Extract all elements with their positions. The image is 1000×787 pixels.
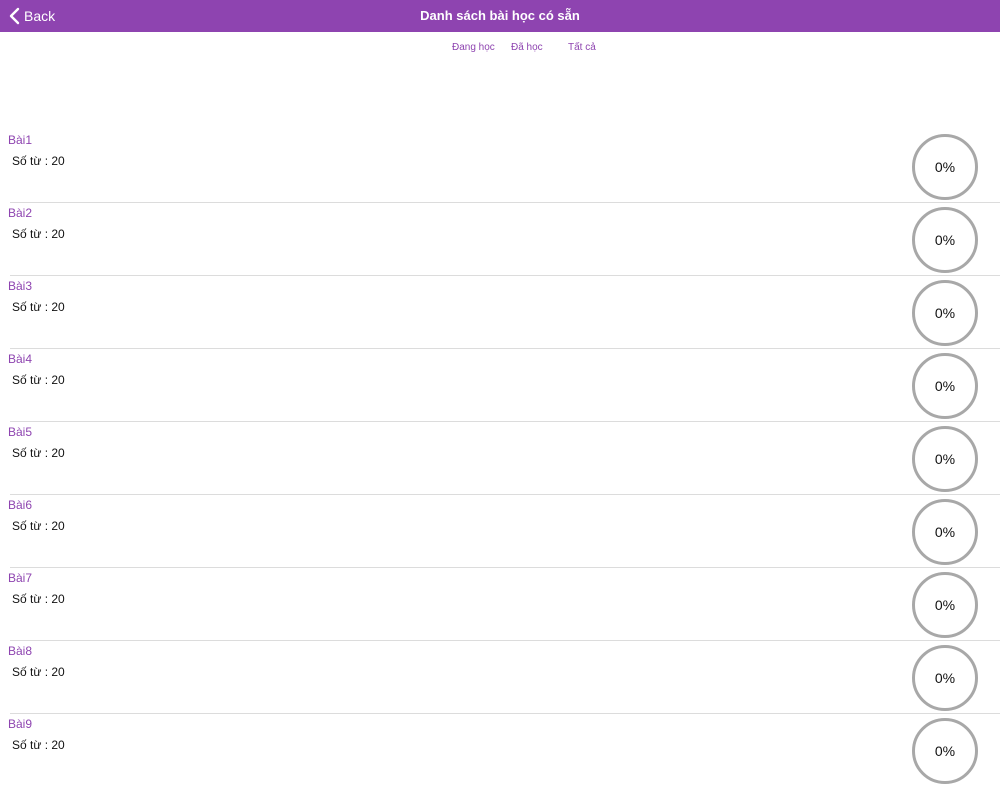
lesson-title: Bài3 <box>8 279 33 293</box>
lesson-word-count: Số từ : 20 <box>12 665 65 679</box>
tab-in-progress[interactable]: Đang học <box>452 42 495 53</box>
lesson-row-9[interactable]: Bài9 Số từ : 20 0% <box>0 714 1000 787</box>
lesson-title: Bài5 <box>8 425 33 439</box>
progress-percent: 0% <box>934 451 956 467</box>
progress-ring: 0% <box>912 207 978 273</box>
filter-tabs: Đang học Đã học Tất cả <box>0 42 1000 58</box>
lesson-list: Bài1 Số từ : 20 0% Bài2 Số từ : 20 0% Bà… <box>0 130 1000 787</box>
navigation-bar: Back Danh sách bài học có sẵn <box>0 0 1000 32</box>
lesson-title: Bài8 <box>8 644 33 658</box>
progress-percent: 0% <box>934 305 956 321</box>
tab-completed[interactable]: Đã học <box>511 42 543 53</box>
progress-ring: 0% <box>912 718 978 784</box>
progress-percent: 0% <box>934 232 956 248</box>
progress-ring: 0% <box>912 572 978 638</box>
lesson-word-count: Số từ : 20 <box>12 154 65 168</box>
back-label: Back <box>24 8 56 24</box>
lesson-row-7[interactable]: Bài7 Số từ : 20 0% <box>0 568 1000 641</box>
page-title: Danh sách bài học có sẵn <box>420 8 580 23</box>
lesson-word-count: Số từ : 20 <box>12 373 65 387</box>
progress-ring: 0% <box>912 134 978 200</box>
progress-ring: 0% <box>912 280 978 346</box>
progress-percent: 0% <box>934 159 956 175</box>
tab-all[interactable]: Tất cả <box>568 42 596 53</box>
lesson-row-5[interactable]: Bài5 Số từ : 20 0% <box>0 422 1000 495</box>
lesson-title: Bài7 <box>8 571 33 585</box>
lesson-row-8[interactable]: Bài8 Số từ : 20 0% <box>0 641 1000 714</box>
chevron-left-icon <box>8 7 20 25</box>
progress-ring: 0% <box>912 645 978 711</box>
progress-ring: 0% <box>912 499 978 565</box>
lesson-row-3[interactable]: Bài3 Số từ : 20 0% <box>0 276 1000 349</box>
lesson-word-count: Số từ : 20 <box>12 592 65 606</box>
progress-percent: 0% <box>934 378 956 394</box>
lesson-word-count: Số từ : 20 <box>12 300 65 314</box>
lesson-word-count: Số từ : 20 <box>12 519 65 533</box>
lesson-row-4[interactable]: Bài4 Số từ : 20 0% <box>0 349 1000 422</box>
back-button[interactable]: Back <box>8 0 55 32</box>
lesson-word-count: Số từ : 20 <box>12 446 65 460</box>
progress-percent: 0% <box>934 743 956 759</box>
progress-percent: 0% <box>934 597 956 613</box>
progress-ring: 0% <box>912 426 978 492</box>
progress-ring: 0% <box>912 353 978 419</box>
progress-percent: 0% <box>934 670 956 686</box>
lesson-word-count: Số từ : 20 <box>12 227 65 241</box>
lesson-title: Bài2 <box>8 206 33 220</box>
lesson-title: Bài4 <box>8 352 33 366</box>
lesson-row-2[interactable]: Bài2 Số từ : 20 0% <box>0 203 1000 276</box>
lesson-row-6[interactable]: Bài6 Số từ : 20 0% <box>0 495 1000 568</box>
lesson-title: Bài1 <box>8 133 33 147</box>
progress-percent: 0% <box>934 524 956 540</box>
lesson-row-1[interactable]: Bài1 Số từ : 20 0% <box>0 130 1000 203</box>
lesson-title: Bài6 <box>8 498 33 512</box>
lesson-title: Bài9 <box>8 717 33 731</box>
